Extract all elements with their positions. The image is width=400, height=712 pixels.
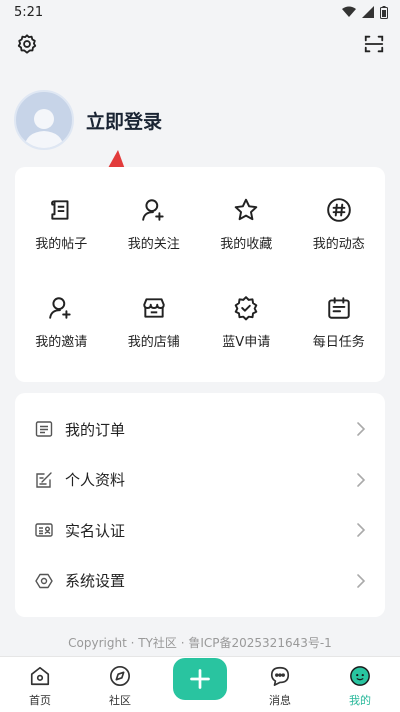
grid-item-my-favorites[interactable]: 我的收藏	[200, 175, 293, 273]
grid-item-my-activity[interactable]: 我的动态	[293, 175, 386, 273]
grid-item-blue-v-apply[interactable]: 蓝V申请	[200, 273, 293, 371]
grid-label: 我的收藏	[220, 236, 273, 252]
grid-label: 我的动态	[312, 236, 365, 252]
edit-profile-icon	[36, 472, 52, 488]
signal-icon	[362, 6, 374, 18]
list-item-my-orders[interactable]: 我的订单	[15, 404, 385, 455]
chevron-right-icon	[357, 573, 366, 588]
create-post-button[interactable]	[173, 658, 227, 700]
list-item-real-name-auth[interactable]: 实名认证	[15, 505, 385, 556]
list-label: 我的订单	[65, 420, 126, 439]
status-time: 5:21	[14, 4, 44, 20]
list-label: 实名认证	[65, 521, 126, 540]
list-label: 系统设置	[65, 572, 126, 591]
list-item-profile-info[interactable]: 个人资料	[15, 455, 385, 506]
status-bar: 5:21	[0, 0, 400, 24]
bottom-tab-bar: 首页 社区 消息 我的	[0, 656, 400, 712]
chevron-right-icon	[357, 472, 366, 487]
tab-label: 首页	[29, 694, 51, 707]
menu-list-card: 我的订单 个人资料 实名认证 系统设置	[15, 393, 385, 617]
chevron-right-icon	[357, 523, 366, 538]
tab-home[interactable]: 首页	[0, 656, 80, 712]
tab-community[interactable]: 社区	[80, 656, 160, 712]
invite-icon	[49, 296, 71, 319]
hashtag-icon	[326, 197, 351, 222]
top-bar	[0, 28, 400, 60]
user-plus-icon	[141, 198, 164, 221]
home-icon	[30, 666, 50, 686]
settings-hex-icon	[35, 573, 53, 588]
post-icon	[51, 199, 69, 220]
wifi-icon	[342, 6, 356, 17]
message-icon	[270, 666, 290, 686]
profile-face-icon	[350, 666, 370, 686]
profile-header[interactable]: 立即登录	[14, 90, 162, 150]
scan-button[interactable]	[362, 32, 386, 56]
verified-badge-icon	[234, 295, 258, 320]
grid-label: 每日任务	[312, 334, 365, 350]
tab-create[interactable]	[160, 656, 240, 712]
store-icon	[143, 297, 165, 318]
grid-item-my-store[interactable]: 我的店铺	[108, 273, 201, 371]
battery-icon	[380, 5, 388, 19]
grid-item-my-follows[interactable]: 我的关注	[108, 175, 201, 273]
tab-mine[interactable]: 我的	[320, 656, 400, 712]
copyright-footer: Copyright · TY社区 · 鲁ICP备2025321643号-1	[68, 636, 332, 650]
login-link[interactable]: 立即登录	[86, 107, 162, 134]
status-icons	[342, 5, 388, 19]
star-icon	[234, 198, 258, 220]
grid-label: 我的关注	[127, 236, 180, 252]
id-card-icon	[35, 523, 53, 537]
list-item-system-settings[interactable]: 系统设置	[15, 556, 385, 607]
tab-messages[interactable]: 消息	[240, 656, 320, 712]
gear-icon	[17, 34, 37, 54]
grid-label: 蓝V申请	[222, 334, 271, 350]
chevron-right-icon	[357, 422, 366, 437]
grid-item-daily-tasks[interactable]: 每日任务	[293, 273, 386, 371]
grid-label: 我的店铺	[127, 334, 180, 350]
compass-icon	[110, 666, 130, 686]
grid-label: 我的帖子	[35, 236, 88, 252]
avatar[interactable]	[14, 90, 74, 150]
default-avatar-icon	[24, 109, 64, 148]
scan-icon	[364, 35, 384, 53]
feature-grid: 我的帖子 我的关注 我的收藏 我的动态 我的邀请 我的店铺 蓝V申请 每日任务	[15, 167, 385, 371]
grid-item-my-invites[interactable]: 我的邀请	[15, 273, 108, 371]
order-icon	[35, 421, 53, 437]
plus-icon	[190, 669, 210, 689]
list-label: 个人资料	[65, 471, 126, 490]
settings-button[interactable]	[15, 32, 39, 56]
feature-grid-card: 我的帖子 我的关注 我的收藏 我的动态 我的邀请 我的店铺 蓝V申请 每日任务	[15, 167, 385, 382]
tab-label: 我的	[349, 694, 371, 707]
calendar-icon	[328, 296, 350, 319]
tab-label: 社区	[109, 694, 131, 707]
grid-label: 我的邀请	[35, 334, 88, 350]
grid-item-my-posts[interactable]: 我的帖子	[15, 175, 108, 273]
tab-label: 消息	[269, 694, 291, 707]
